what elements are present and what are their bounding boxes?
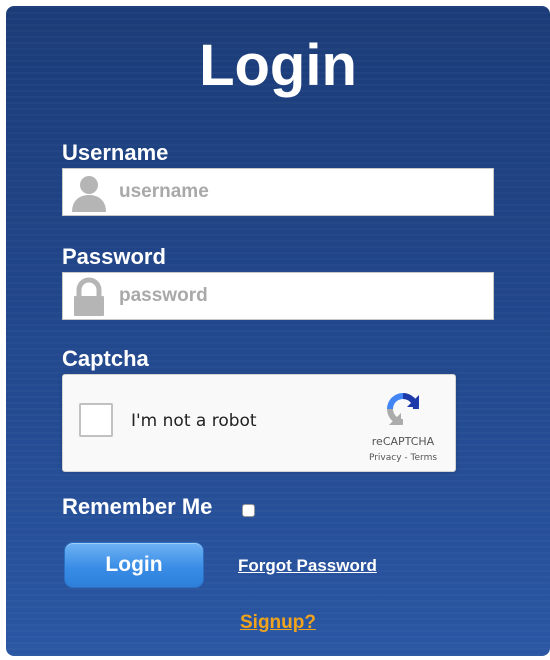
privacy-link[interactable]: Privacy (369, 453, 402, 463)
recaptcha-links: Privacy - Terms (353, 453, 453, 463)
signup-link[interactable]: Signup? (6, 612, 550, 634)
recaptcha-brand: reCAPTCHA (371, 435, 435, 448)
page-title: Login (199, 33, 357, 98)
user-icon (69, 173, 109, 213)
links-separator: - (401, 453, 411, 463)
recaptcha-logo-icon (381, 387, 425, 431)
terms-link[interactable]: Terms (411, 453, 438, 463)
login-panel: Login Username Password Captcha I'm not … (6, 6, 550, 656)
recaptcha-widget: I'm not a robot reCAPTCHA Privacy - Term… (62, 374, 456, 472)
remember-me-checkbox[interactable] (242, 504, 255, 517)
login-button[interactable]: Login (64, 542, 204, 588)
password-label: Password (62, 244, 166, 269)
password-field-container (62, 272, 494, 320)
username-input[interactable] (119, 169, 479, 215)
username-label: Username (62, 140, 169, 165)
captcha-checkbox[interactable] (79, 403, 113, 437)
username-field-container (62, 168, 494, 216)
forgot-password-link[interactable]: Forgot Password (238, 556, 377, 576)
remember-me-label: Remember Me (62, 494, 213, 519)
captcha-checkbox-label: I'm not a robot (131, 411, 257, 431)
captcha-label: Captcha (62, 346, 149, 371)
lock-icon (69, 277, 109, 317)
password-input[interactable] (119, 273, 479, 319)
